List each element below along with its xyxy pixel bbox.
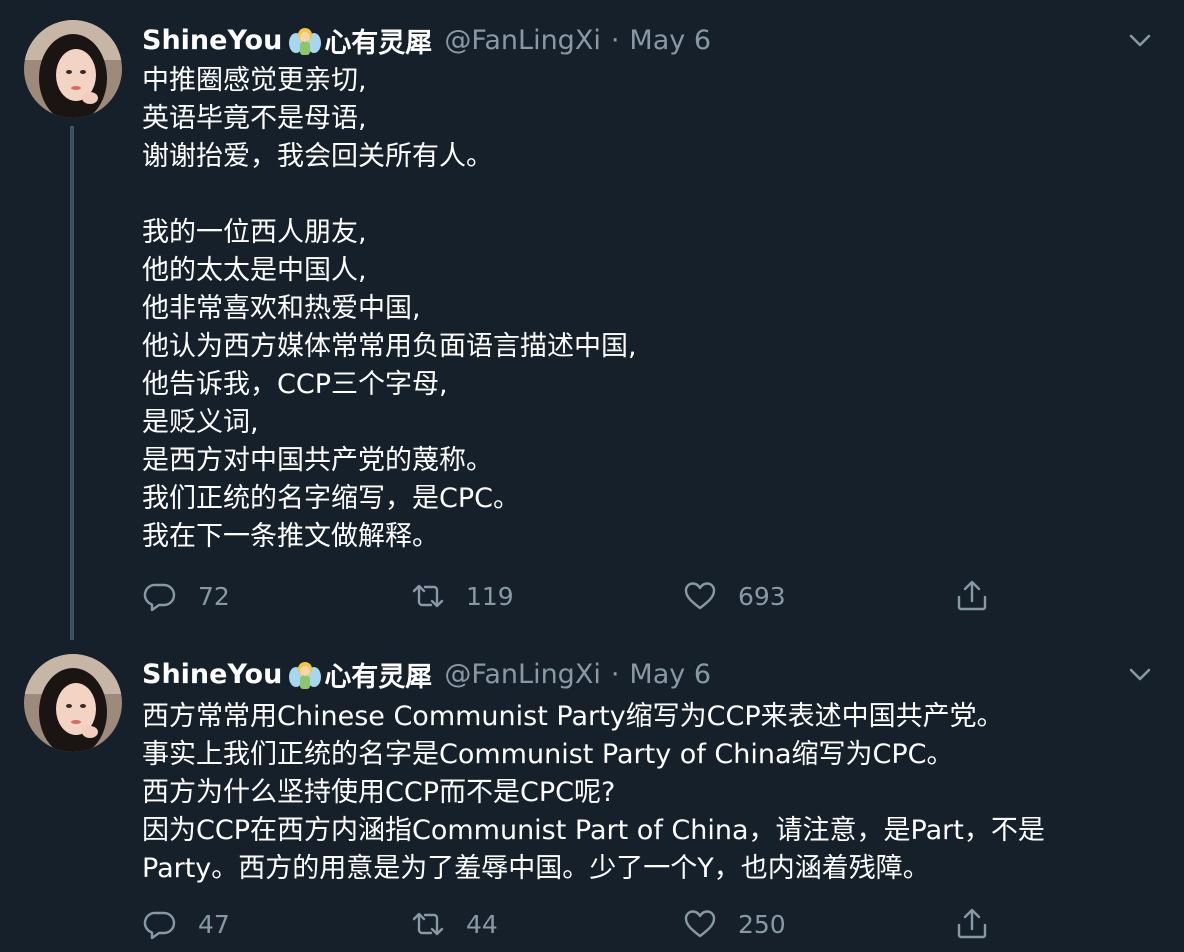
tweet-1[interactable]: ShineYou 心有灵犀 @FanLingXi · May 6 中推圈感觉更亲… [0, 0, 1184, 640]
heart-icon [684, 910, 716, 938]
like-button[interactable]: 250 [682, 904, 786, 944]
avatar[interactable] [24, 20, 122, 118]
tweet-text-line: 谢谢抬爱，我会回关所有人。 [142, 141, 493, 172]
like-button[interactable]: 693 [682, 576, 786, 616]
tweet-text-line: 他认为西方媒体常常用负面语言描述中国, [142, 331, 637, 362]
tweet-text: 中推圈感觉更亲切, 英语毕竟不是母语, 谢谢抬爱，我会回关所有人。 我的一位西人… [142, 62, 1132, 556]
retweet-button[interactable]: 119 [410, 576, 514, 616]
reply-icon [143, 911, 176, 940]
display-name-suffix[interactable]: 心有灵犀 [324, 21, 432, 60]
share-icon [957, 908, 987, 939]
tweet-text-line: 他的太太是中国人, [142, 255, 367, 286]
tweet-text-line: 他告诉我，CCP三个字母, [142, 369, 448, 400]
like-count: 250 [738, 909, 786, 939]
chevron-down-icon[interactable] [1126, 26, 1154, 54]
tweet-text: 西方常常用Chinese Communist Party缩写为CCP来表述中国共… [142, 698, 1132, 888]
retweet-icon [412, 584, 444, 608]
display-name[interactable]: ShineYou [142, 25, 282, 56]
heart-icon [684, 582, 716, 610]
share-button[interactable] [954, 576, 990, 616]
separator-dot: · [610, 658, 620, 690]
reply-count: 72 [198, 581, 230, 611]
share-icon [957, 580, 987, 611]
display-name[interactable]: ShineYou [142, 659, 282, 690]
tweet-actions: 72 119 693 [142, 576, 1002, 616]
avatar-image [24, 654, 122, 752]
retweet-icon [412, 912, 444, 936]
display-name-suffix[interactable]: 心有灵犀 [324, 655, 432, 694]
tweet-text-line: 我们正统的名字缩写，是CPC。 [142, 483, 520, 514]
tweet-date[interactable]: May 6 [629, 659, 711, 690]
tweet-2[interactable]: ShineYou 心有灵犀 @FanLingXi · May 6 西方常常用Ch… [0, 640, 1184, 952]
thread-connector-line [70, 126, 74, 640]
tweet-text-line: 中推圈感觉更亲切, [142, 65, 367, 96]
tweet-actions: 47 44 250 [142, 904, 1002, 944]
retweet-count: 119 [466, 581, 514, 611]
tweet-header: ShineYou 心有灵犀 @FanLingXi · May 6 [142, 654, 711, 694]
chevron-down-icon[interactable] [1126, 660, 1154, 688]
user-handle[interactable]: @FanLingXi [444, 659, 601, 690]
avatar[interactable] [24, 654, 122, 752]
tweet-text-line: 他非常喜欢和热爱中国, [142, 293, 421, 324]
tweet-text-line: 西方为什么坚持使用CCP而不是CPC呢? [142, 777, 616, 808]
tweet-header: ShineYou 心有灵犀 @FanLingXi · May 6 [142, 20, 711, 60]
tweet-text-line: Party。西方的用意是为了羞辱中国。少了一个Y，也内涵着残障。 [142, 853, 930, 884]
reply-count: 47 [198, 909, 230, 939]
like-count: 693 [738, 581, 786, 611]
user-handle[interactable]: @FanLingXi [444, 25, 601, 56]
retweet-count: 44 [466, 909, 498, 939]
fairy-emoji-icon [289, 662, 322, 689]
tweet-text-line: 西方常常用Chinese Communist Party缩写为CCP来表述中国共… [142, 701, 1004, 732]
share-button[interactable] [954, 904, 990, 944]
fairy-emoji-icon [289, 28, 322, 55]
tweet-text-line: 事实上我们正统的名字是Communist Party of China缩写为CP… [142, 739, 954, 770]
tweet-date[interactable]: May 6 [629, 25, 711, 56]
retweet-button[interactable]: 44 [410, 904, 498, 944]
reply-button[interactable]: 47 [142, 904, 230, 944]
tweet-text-line: 我的一位西人朋友, [142, 217, 367, 248]
tweet-text-line: 是西方对中国共产党的蔑称。 [142, 445, 493, 476]
reply-icon [143, 583, 176, 612]
tweet-text-line: 英语毕竟不是母语, [142, 103, 367, 134]
tweet-text-line: 因为CCP在西方内涵指Communist Part of China，请注意，是… [142, 815, 1045, 846]
reply-button[interactable]: 72 [142, 576, 230, 616]
tweet-text-line: 我在下一条推文做解释。 [142, 521, 439, 552]
separator-dot: · [610, 24, 620, 56]
avatar-image [24, 20, 122, 118]
tweet-text-line: 是贬义词, [142, 407, 259, 438]
